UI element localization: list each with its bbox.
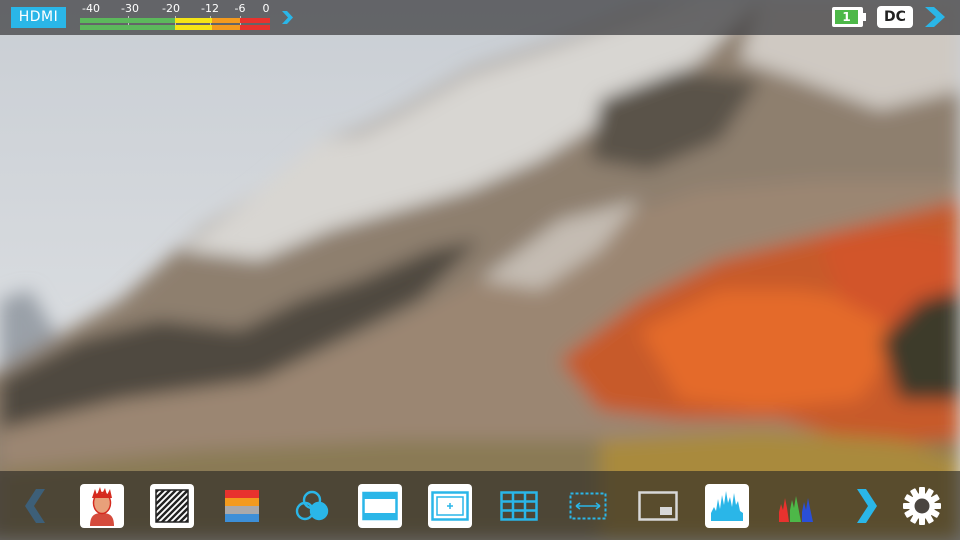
battery-indicator[interactable]: 1 [831, 6, 867, 28]
grid-icon [500, 491, 538, 521]
power-source-badge[interactable]: DC [877, 6, 913, 28]
status-bar: HDMI -40 -30 -20 -12 -6 0 1 DC [0, 0, 960, 35]
grid-button[interactable] [497, 484, 541, 528]
meter-channel-right [80, 25, 270, 30]
picture-in-picture-icon [638, 491, 678, 521]
meter-channel-left [80, 18, 270, 23]
chevron-left-icon [25, 489, 45, 523]
chevron-right-icon [857, 489, 877, 523]
zebra-icon [155, 489, 189, 523]
zebra-button[interactable] [150, 484, 194, 528]
battery-slot-number: 1 [842, 10, 851, 24]
gear-icon [903, 487, 941, 525]
meter-expand-chevron-icon[interactable] [281, 11, 293, 24]
anamorphic-desqueeze-button[interactable] [566, 484, 610, 528]
false-color-icon [225, 490, 259, 522]
prev-page-button[interactable] [14, 484, 58, 528]
meter-scale-label: -12 [201, 2, 219, 15]
waveform-icon [711, 491, 743, 521]
waveform-button[interactable] [705, 484, 749, 528]
meter-scale-label: -30 [121, 2, 139, 15]
safe-area-button[interactable] [428, 484, 472, 528]
meter-scale-label: -6 [234, 2, 246, 15]
audio-level-meter[interactable]: -40 -30 -20 -12 -6 0 [80, 3, 270, 31]
rgb-parade-icon [779, 496, 813, 522]
safe-area-icon [431, 491, 469, 521]
frame-guides-icon [362, 491, 398, 521]
meter-scale-label: -20 [162, 2, 180, 15]
false-color-button[interactable] [220, 484, 264, 528]
rgb-parade-button[interactable] [774, 484, 818, 528]
focus-peaking-button[interactable] [80, 484, 124, 528]
video-preview [0, 0, 960, 540]
settings-button[interactable] [900, 484, 944, 528]
next-page-button[interactable] [844, 484, 888, 528]
color-channels-button[interactable] [290, 484, 334, 528]
meter-scale-label: -40 [82, 2, 100, 15]
color-channels-icon [295, 490, 329, 521]
focus-peaking-icon [90, 487, 114, 526]
picture-in-picture-button[interactable] [636, 484, 680, 528]
frame-guides-button[interactable] [358, 484, 402, 528]
mountain-landscape-image [0, 0, 960, 540]
status-more-chevron-icon[interactable] [923, 7, 947, 27]
anamorphic-desqueeze-icon [569, 492, 607, 520]
meter-scale-label: 0 [262, 2, 270, 15]
input-source-badge[interactable]: HDMI [11, 7, 66, 28]
tool-bar [0, 471, 960, 540]
